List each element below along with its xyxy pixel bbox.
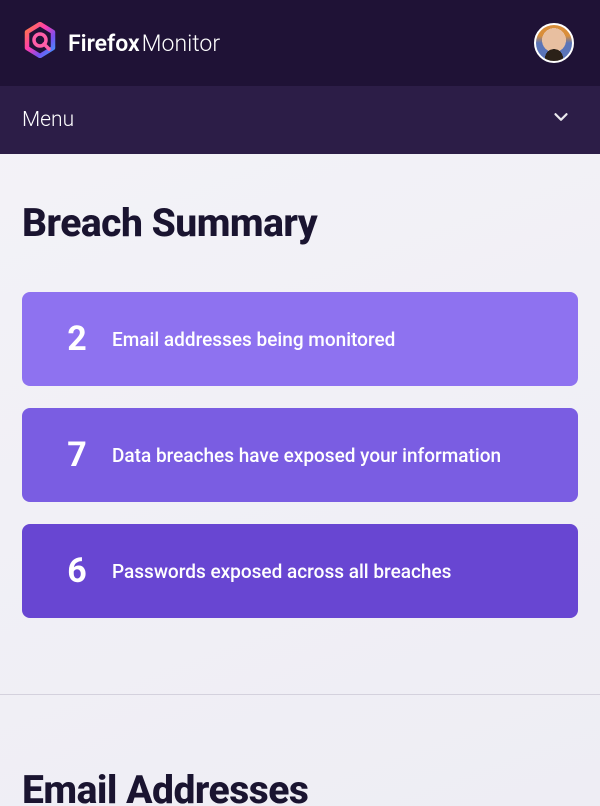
card-label: Passwords exposed across all breaches [112,560,451,583]
menu-toggle[interactable]: Menu [0,86,600,154]
menu-label: Menu [22,108,74,132]
page-title: Breach Summary [22,200,578,246]
chevron-down-icon [550,106,572,134]
brand[interactable]: FirefoxMonitor [22,22,220,64]
card-count: 6 [42,551,112,591]
email-addresses-section: Email Addresses [0,694,600,806]
summary-cards: 2 Email addresses being monitored 7 Data… [22,292,578,618]
user-avatar[interactable] [534,23,574,63]
card-label: Email addresses being monitored [112,328,395,351]
card-count: 2 [42,319,112,359]
card-count: 7 [42,435,112,475]
card-label: Data breaches have exposed your informat… [112,444,501,467]
summary-card-breaches[interactable]: 7 Data breaches have exposed your inform… [22,408,578,502]
summary-card-monitored[interactable]: 2 Email addresses being monitored [22,292,578,386]
brand-name: FirefoxMonitor [68,30,220,57]
breach-summary-section: Breach Summary 2 Email addresses being m… [0,154,600,618]
summary-card-passwords[interactable]: 6 Passwords exposed across all breaches [22,524,578,618]
top-header: FirefoxMonitor [0,0,600,86]
section-title: Email Addresses [22,767,578,806]
brand-logo-icon [22,22,58,64]
